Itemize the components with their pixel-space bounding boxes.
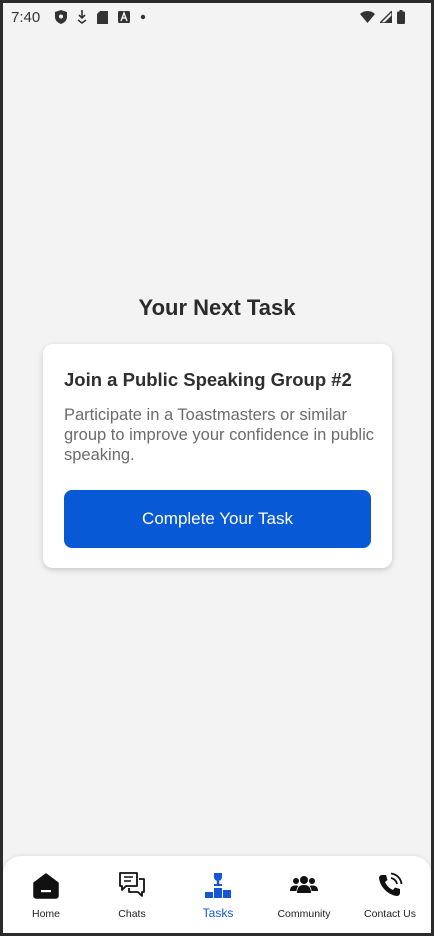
task-description: Participate in a Toastmasters or similar… xyxy=(64,406,375,464)
signal-icon xyxy=(380,11,392,23)
nav-label-tasks: Tasks xyxy=(202,906,234,920)
phone-icon xyxy=(375,870,405,900)
nav-item-tasks[interactable]: Tasks xyxy=(175,870,261,926)
page-title: Your Next Task xyxy=(138,295,296,320)
chats-icon xyxy=(117,870,147,900)
dot-icon xyxy=(140,14,146,20)
app-screen: 7:40 Your Next Task Join a Public Speaki… xyxy=(3,3,431,933)
nav-item-community[interactable]: Community xyxy=(261,870,347,926)
community-icon xyxy=(289,870,319,900)
tasks-icon xyxy=(203,870,233,900)
bottom-nav: Home Chats Tasks Community Contact Us xyxy=(3,856,431,933)
task-card: Join a Public Speaking Group #2 Particip… xyxy=(43,344,392,568)
nav-label-home: Home xyxy=(31,908,60,920)
battery-icon xyxy=(397,10,405,24)
status-bar: 7:40 xyxy=(3,3,431,31)
nav-item-chats[interactable]: Chats xyxy=(89,870,175,926)
shield-icon xyxy=(55,10,67,24)
wifi-icon xyxy=(360,11,375,23)
nav-label-contact-us: Contact Us xyxy=(364,908,416,920)
nav-item-home[interactable]: Home xyxy=(3,870,89,926)
task-title: Join a Public Speaking Group #2 xyxy=(64,369,352,390)
sd-card-icon xyxy=(97,10,108,24)
status-right-icons xyxy=(360,10,405,24)
home-icon xyxy=(31,870,61,900)
complete-task-button[interactable]: Complete Your Task xyxy=(64,490,371,548)
font-icon xyxy=(118,11,130,23)
download-icon xyxy=(77,10,87,24)
status-time: 7:40 xyxy=(11,9,41,26)
nav-item-contact-us[interactable]: Contact Us xyxy=(347,870,431,926)
nav-label-chats: Chats xyxy=(118,908,146,920)
nav-label-community: Community xyxy=(277,908,331,920)
status-left-icons xyxy=(55,10,146,24)
